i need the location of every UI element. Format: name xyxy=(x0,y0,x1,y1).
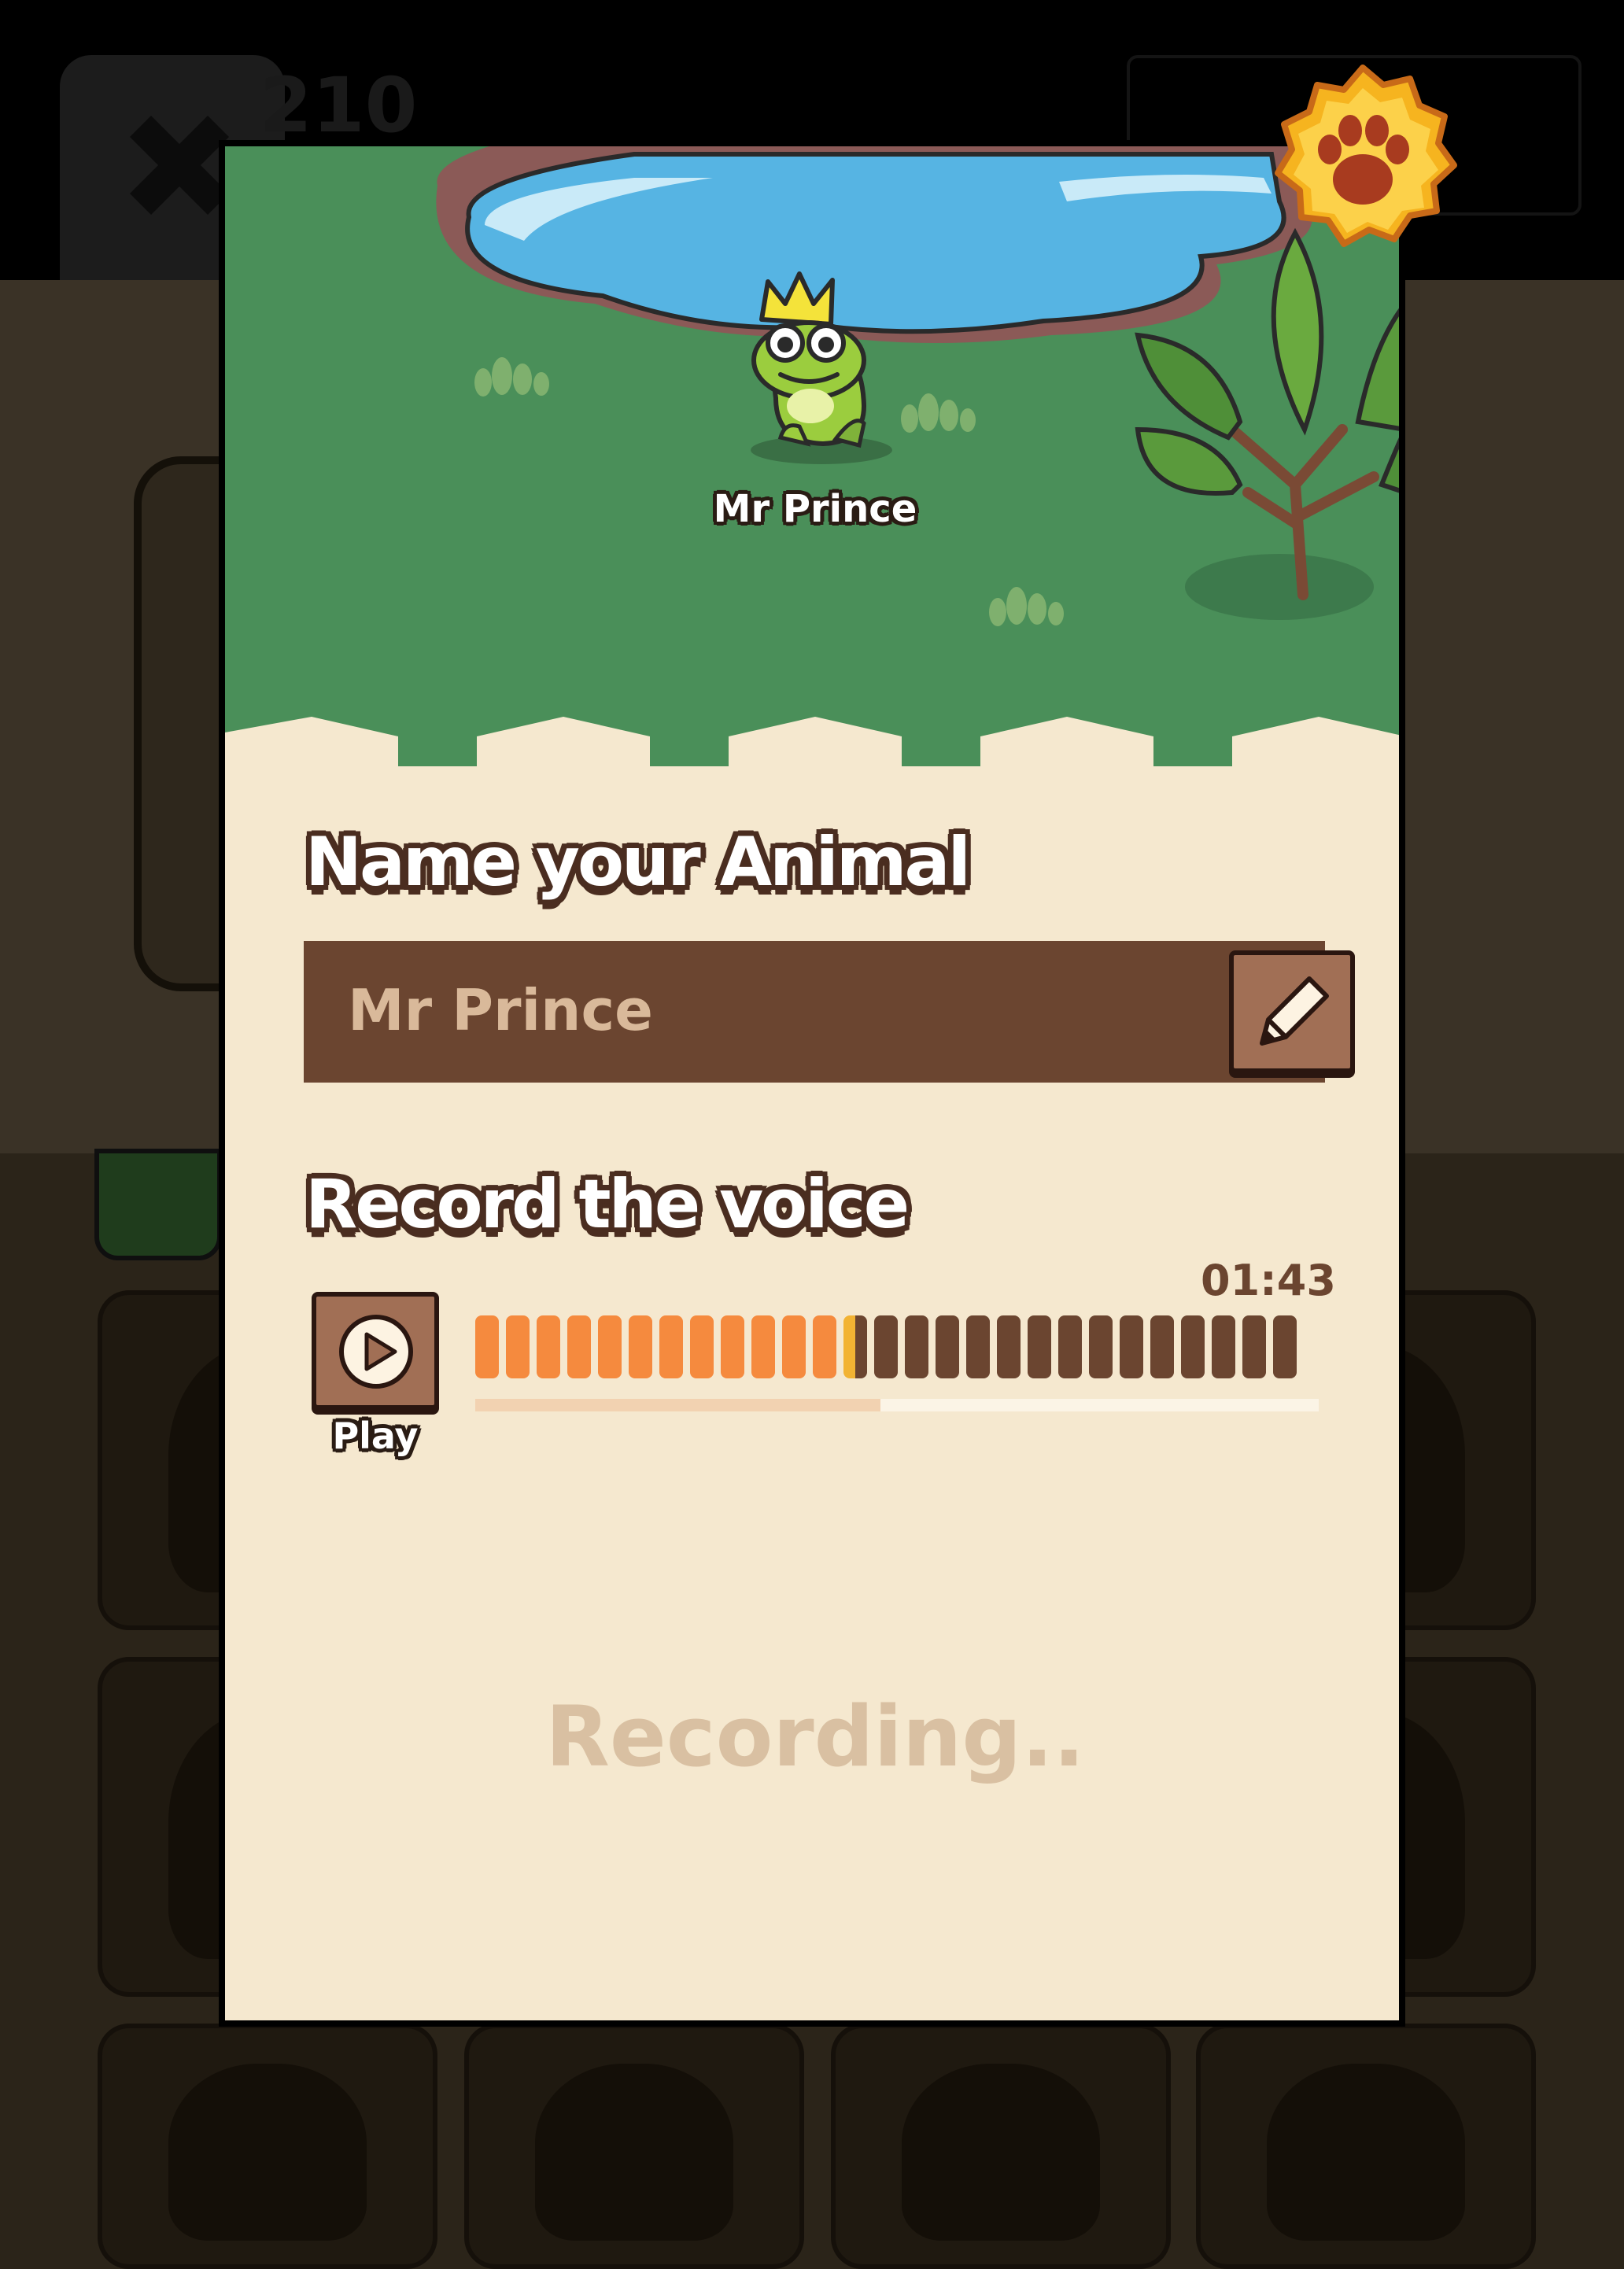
background-animal-card xyxy=(98,2024,437,2269)
pencil-icon xyxy=(1260,976,1329,1046)
background-animal-card xyxy=(1196,2024,1536,2269)
waveform-bar xyxy=(1089,1315,1113,1378)
waveform-bar xyxy=(1150,1315,1174,1378)
name-heading: Name your Animal xyxy=(305,823,971,902)
recording-status: Recording.. xyxy=(545,1688,1085,1785)
waveform-bar xyxy=(1028,1315,1051,1378)
waveform-bar xyxy=(905,1315,928,1378)
waveform-bar xyxy=(537,1315,560,1378)
waveform-bar xyxy=(751,1315,775,1378)
waveform-bar xyxy=(1181,1315,1205,1378)
background-green-tile xyxy=(94,1149,222,1260)
waveform-bar xyxy=(659,1315,683,1378)
name-animal-modal: Mr Prince Name your Animal Mr Prince Rec… xyxy=(219,140,1405,2027)
waveform-bar xyxy=(966,1315,990,1378)
animal-name-value[interactable]: Mr Prince xyxy=(348,977,653,1043)
waveform-bar xyxy=(1273,1315,1297,1378)
play-button[interactable] xyxy=(312,1292,439,1410)
waveform-bar xyxy=(721,1315,744,1378)
waveform-bar xyxy=(843,1315,867,1378)
background-animal-card xyxy=(464,2024,804,2269)
background-animal-card xyxy=(831,2024,1171,2269)
waveform-bar xyxy=(936,1315,959,1378)
edit-name-button[interactable] xyxy=(1229,950,1355,1073)
waveform-bar xyxy=(1212,1315,1235,1378)
paw-icon xyxy=(1275,65,1457,247)
play-icon xyxy=(339,1315,413,1389)
recording-timer: 01:43 xyxy=(1201,1256,1336,1305)
animal-name-field[interactable]: Mr Prince xyxy=(304,941,1355,1083)
animal-name-label: Mr Prince xyxy=(713,487,917,531)
playback-track[interactable] xyxy=(475,1399,1319,1411)
waveform-bar xyxy=(475,1315,499,1378)
waveform-bar xyxy=(1242,1315,1266,1378)
waveform-bar xyxy=(1058,1315,1082,1378)
waveform-bar xyxy=(629,1315,652,1378)
waveform-bar xyxy=(598,1315,622,1378)
playback-progress xyxy=(475,1399,880,1411)
play-label: Play xyxy=(332,1415,419,1457)
waveform-bar xyxy=(782,1315,806,1378)
voice-waveform xyxy=(475,1315,1319,1378)
record-heading: Record the voice xyxy=(305,1165,910,1244)
background-score: 210 xyxy=(260,61,418,149)
waveform-bar xyxy=(506,1315,530,1378)
waveform-bar xyxy=(997,1315,1021,1378)
waveform-bar xyxy=(813,1315,836,1378)
waveform-bar xyxy=(567,1315,591,1378)
waveform-bar xyxy=(690,1315,714,1378)
waveform-bar xyxy=(1120,1315,1143,1378)
waveform-bar xyxy=(874,1315,898,1378)
